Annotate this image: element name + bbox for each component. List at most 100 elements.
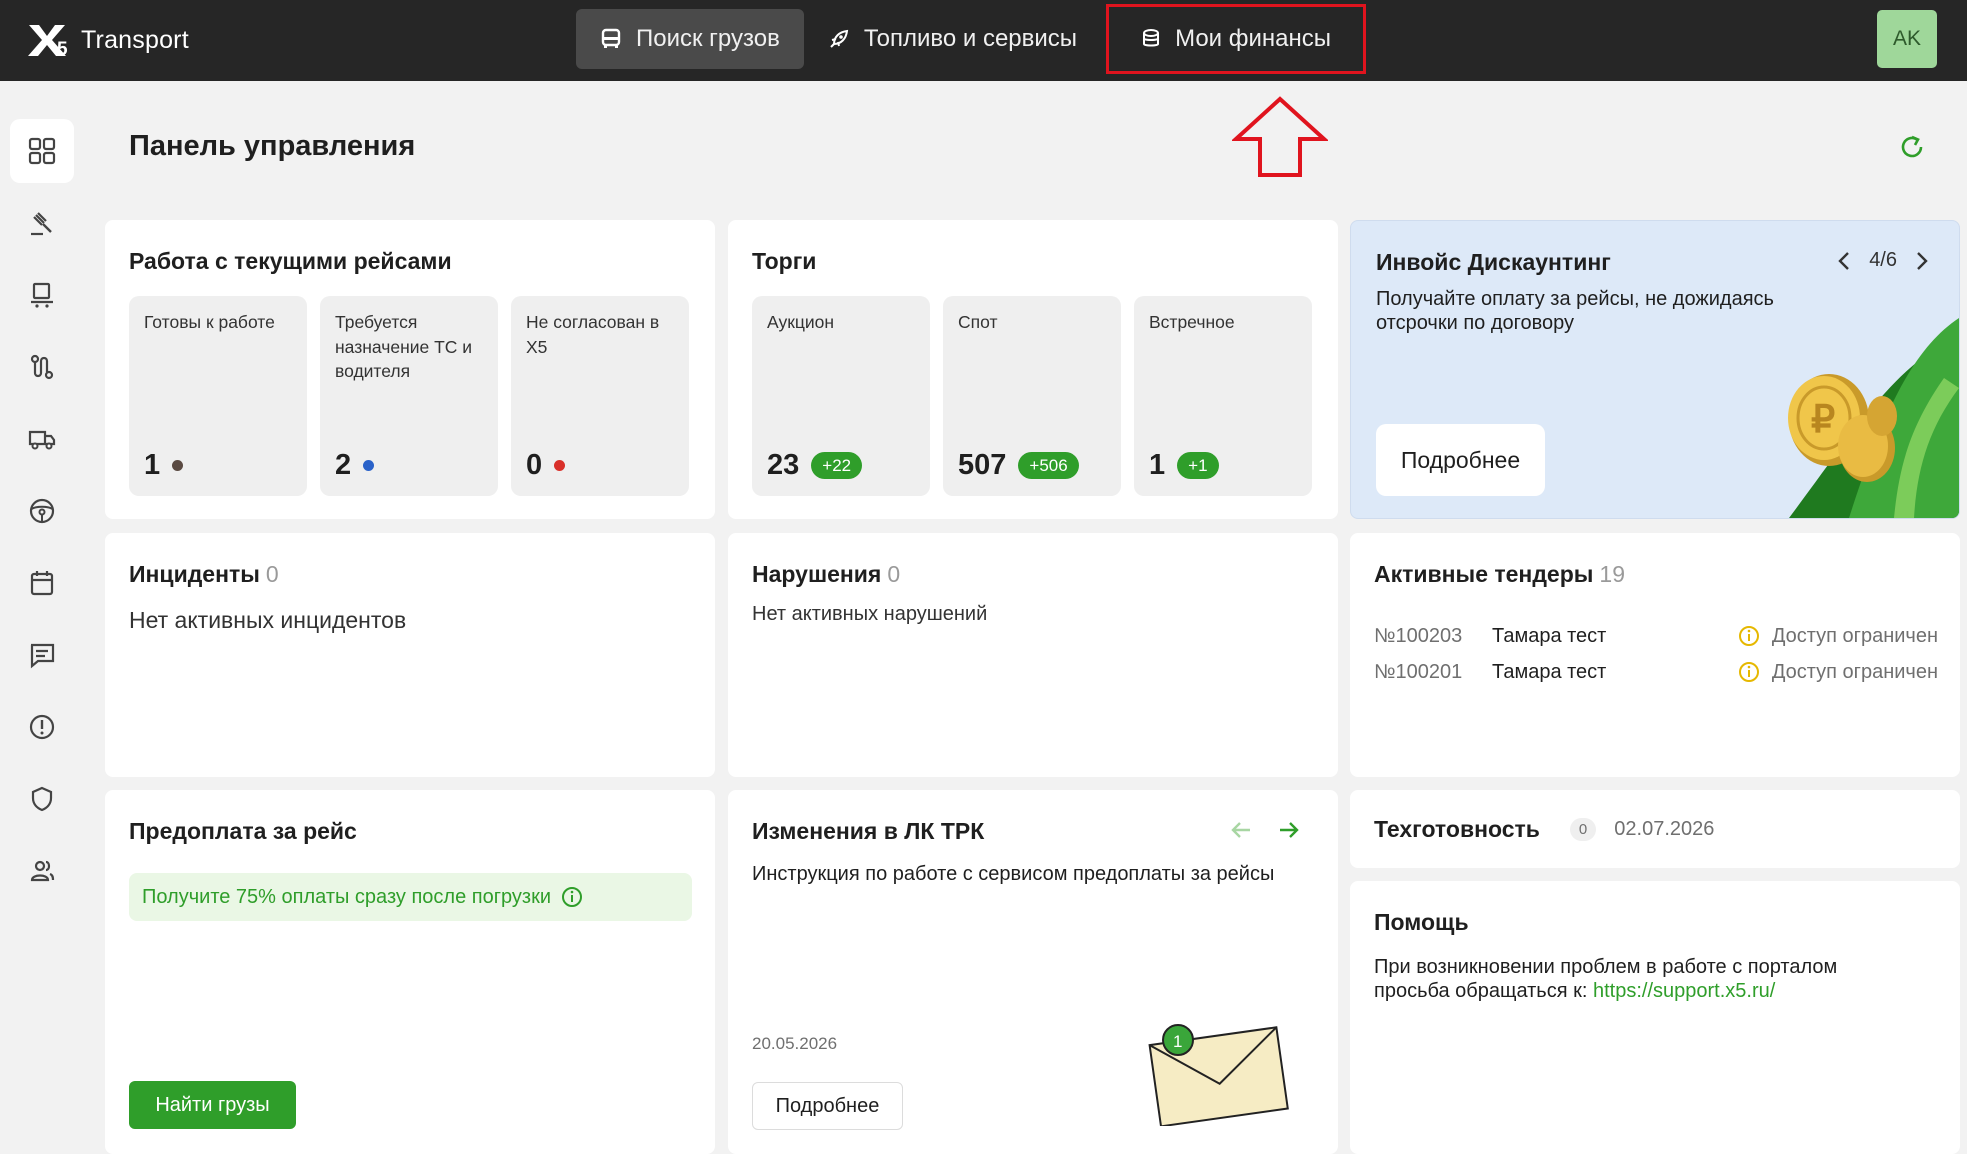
steering-wheel-icon bbox=[29, 498, 55, 524]
find-cargo-button[interactable]: Найти грузы bbox=[129, 1081, 296, 1129]
status-dot bbox=[363, 460, 375, 471]
envelope-badge: 1 bbox=[1173, 1032, 1182, 1051]
violations-title: Нарушения bbox=[752, 561, 882, 587]
info-circle-icon bbox=[1738, 626, 1759, 646]
tile-label: Готовы к работе bbox=[144, 312, 275, 332]
sidebar-item-calendar[interactable] bbox=[10, 551, 74, 615]
tile-counter[interactable]: Встречное 1 +1 bbox=[1134, 296, 1312, 496]
status-dot bbox=[554, 460, 566, 471]
svg-text:₽: ₽ bbox=[1811, 399, 1835, 441]
nav-my-finances[interactable]: Мои финансы bbox=[1106, 4, 1367, 74]
chevron-left-icon[interactable] bbox=[1837, 251, 1851, 271]
annotation-arrow-up-icon bbox=[1232, 96, 1328, 177]
truck-front-icon bbox=[601, 28, 621, 48]
sidebar-item-dashboard[interactable] bbox=[10, 119, 74, 183]
card-violations: Нарушения 0 Нет активных нарушений bbox=[728, 533, 1338, 777]
card-active-tenders: Активные тендеры 19 №100203 Тамара тест Д… bbox=[1350, 533, 1960, 777]
card-help: Помощь При возникновении проблем в работ… bbox=[1350, 881, 1960, 1154]
tech-count-badge: 0 bbox=[1569, 818, 1597, 841]
chevron-right-icon[interactable] bbox=[1915, 251, 1929, 271]
tile-value: 23 bbox=[767, 449, 800, 481]
tech-title: Техготовность bbox=[1374, 816, 1540, 842]
tile-label: Требуется назначение ТС и водителя bbox=[335, 312, 473, 381]
table-row[interactable]: №100203 Тамара тест Доступ ограничен bbox=[1374, 621, 1938, 651]
tile-value: 1 bbox=[144, 449, 161, 481]
promo-more-button[interactable]: Подробнее bbox=[1376, 424, 1545, 496]
truck-icon bbox=[28, 430, 56, 450]
card-auctions: Торги Аукцион 23 +22 Спот 507 +506 Встречн… bbox=[728, 220, 1338, 519]
card-prepayment: Предоплата за рейс Получите 75% оплаты с… bbox=[105, 790, 715, 1154]
incidents-count: 0 bbox=[265, 561, 279, 587]
tender-name: Тамара тест bbox=[1492, 624, 1607, 647]
logo-text: Transport bbox=[81, 25, 189, 54]
cart-icon bbox=[31, 282, 53, 308]
calendar-icon bbox=[30, 571, 54, 596]
shield-icon bbox=[31, 786, 53, 812]
main-nav: Поиск грузов Топливо и сервисы Мои финан… bbox=[576, 4, 1367, 74]
support-link[interactable]: https://support.x5.ru/ bbox=[1593, 980, 1775, 1002]
x5-logo-icon: 5 bbox=[28, 25, 68, 58]
tile-auction[interactable]: Аукцион 23 +22 bbox=[752, 296, 930, 496]
sidebar-item-security[interactable] bbox=[10, 767, 74, 831]
gavel-icon bbox=[31, 212, 52, 236]
arrow-left-icon[interactable] bbox=[1230, 820, 1252, 840]
tenders-title: Активные тендеры bbox=[1374, 561, 1594, 587]
prepay-info-text: Получите 75% оплаты сразу после погрузки bbox=[142, 885, 551, 908]
refresh-icon[interactable] bbox=[1897, 132, 1927, 162]
card-title: Торги bbox=[752, 248, 817, 274]
tile-label: Не согласован в Х5 bbox=[526, 312, 660, 357]
coins-stack-icon bbox=[1143, 29, 1160, 47]
tender-status-text: Доступ ограничен bbox=[1771, 660, 1938, 683]
nav-cargo-search[interactable]: Поиск грузов bbox=[576, 9, 804, 69]
card-current-trips: Работа с текущими рейсами Готовы к работ… bbox=[105, 220, 715, 519]
rocket-icon bbox=[830, 29, 848, 48]
tile-ready[interactable]: Готовы к работе 1 bbox=[129, 296, 307, 496]
tender-name: Тамара тест bbox=[1492, 660, 1607, 683]
card-incidents: Инциденты 0 Нет активных инцидентов bbox=[105, 533, 715, 777]
tech-row: Техготовность 0 02.07.2026 bbox=[1374, 816, 1714, 843]
promo-title: Инвойс Дискаунтинг bbox=[1376, 249, 1611, 275]
tile-value: 0 bbox=[526, 449, 543, 481]
sidebar-item-users[interactable] bbox=[10, 839, 74, 903]
sidebar-item-loading[interactable] bbox=[10, 263, 74, 327]
help-text: При возникновении проблем в работе с пор… bbox=[1374, 955, 1914, 1003]
violations-empty-text: Нет активных нарушений bbox=[752, 603, 988, 625]
nav-fuel-services[interactable]: Топливо и сервисы bbox=[804, 9, 1101, 69]
prepay-info-banner: Получите 75% оплаты сразу после погрузки bbox=[129, 873, 692, 921]
card-tech-readiness[interactable]: Техготовность 0 02.07.2026 bbox=[1350, 790, 1960, 868]
info-circle-icon[interactable] bbox=[561, 886, 583, 908]
message-icon bbox=[30, 643, 55, 669]
info-circle-icon bbox=[1738, 662, 1759, 682]
tile-not-agreed[interactable]: Не согласован в Х5 0 bbox=[511, 296, 689, 496]
card-title: Активные тендеры 19 bbox=[1374, 561, 1625, 588]
sidebar-item-incidents[interactable] bbox=[10, 695, 74, 759]
incidents-empty-text: Нет активных инцидентов bbox=[129, 607, 407, 633]
tile-value: 1 bbox=[1149, 449, 1166, 481]
table-row[interactable]: №100201 Тамара тест Доступ ограничен bbox=[1374, 657, 1938, 687]
sidebar-item-messages[interactable] bbox=[10, 623, 74, 687]
user-avatar[interactable]: AK bbox=[1877, 10, 1937, 68]
card-title: Изменения в ЛК ТРК bbox=[752, 818, 985, 844]
arrow-right-icon[interactable] bbox=[1278, 820, 1300, 840]
envelope-icon: 1 bbox=[1148, 1024, 1289, 1126]
card-title: Предоплата за рейс bbox=[129, 818, 357, 844]
logo[interactable]: 5 Transport bbox=[27, 18, 189, 62]
card-invoice-discounting: Инвойс Дискаунтинг 4/6 Получайте оплату … bbox=[1350, 220, 1960, 519]
top-bar: 5 Transport Поиск грузов Топливо и серви… bbox=[0, 0, 1967, 81]
tile-assignment-required[interactable]: Требуется назначение ТС и водителя 2 bbox=[320, 296, 498, 496]
sidebar-item-vehicles[interactable] bbox=[10, 407, 74, 471]
sidebar-item-routes[interactable] bbox=[10, 335, 74, 399]
page-title: Панель управления bbox=[129, 130, 416, 162]
incidents-title: Инциденты bbox=[129, 561, 260, 587]
tile-value: 507 bbox=[958, 449, 1007, 481]
card-title: Помощь bbox=[1374, 909, 1469, 935]
changes-more-button[interactable]: Подробнее bbox=[752, 1082, 903, 1130]
sidebar-item-auctions[interactable] bbox=[10, 191, 74, 255]
sidebar bbox=[0, 81, 84, 1154]
route-icon bbox=[30, 354, 54, 380]
nav-cargo-search-label: Поиск грузов bbox=[636, 25, 780, 52]
tile-spot[interactable]: Спот 507 +506 bbox=[943, 296, 1121, 496]
tenders-count: 19 bbox=[1599, 561, 1626, 587]
tile-label: Аукцион bbox=[767, 312, 835, 332]
sidebar-item-drivers[interactable] bbox=[10, 479, 74, 543]
